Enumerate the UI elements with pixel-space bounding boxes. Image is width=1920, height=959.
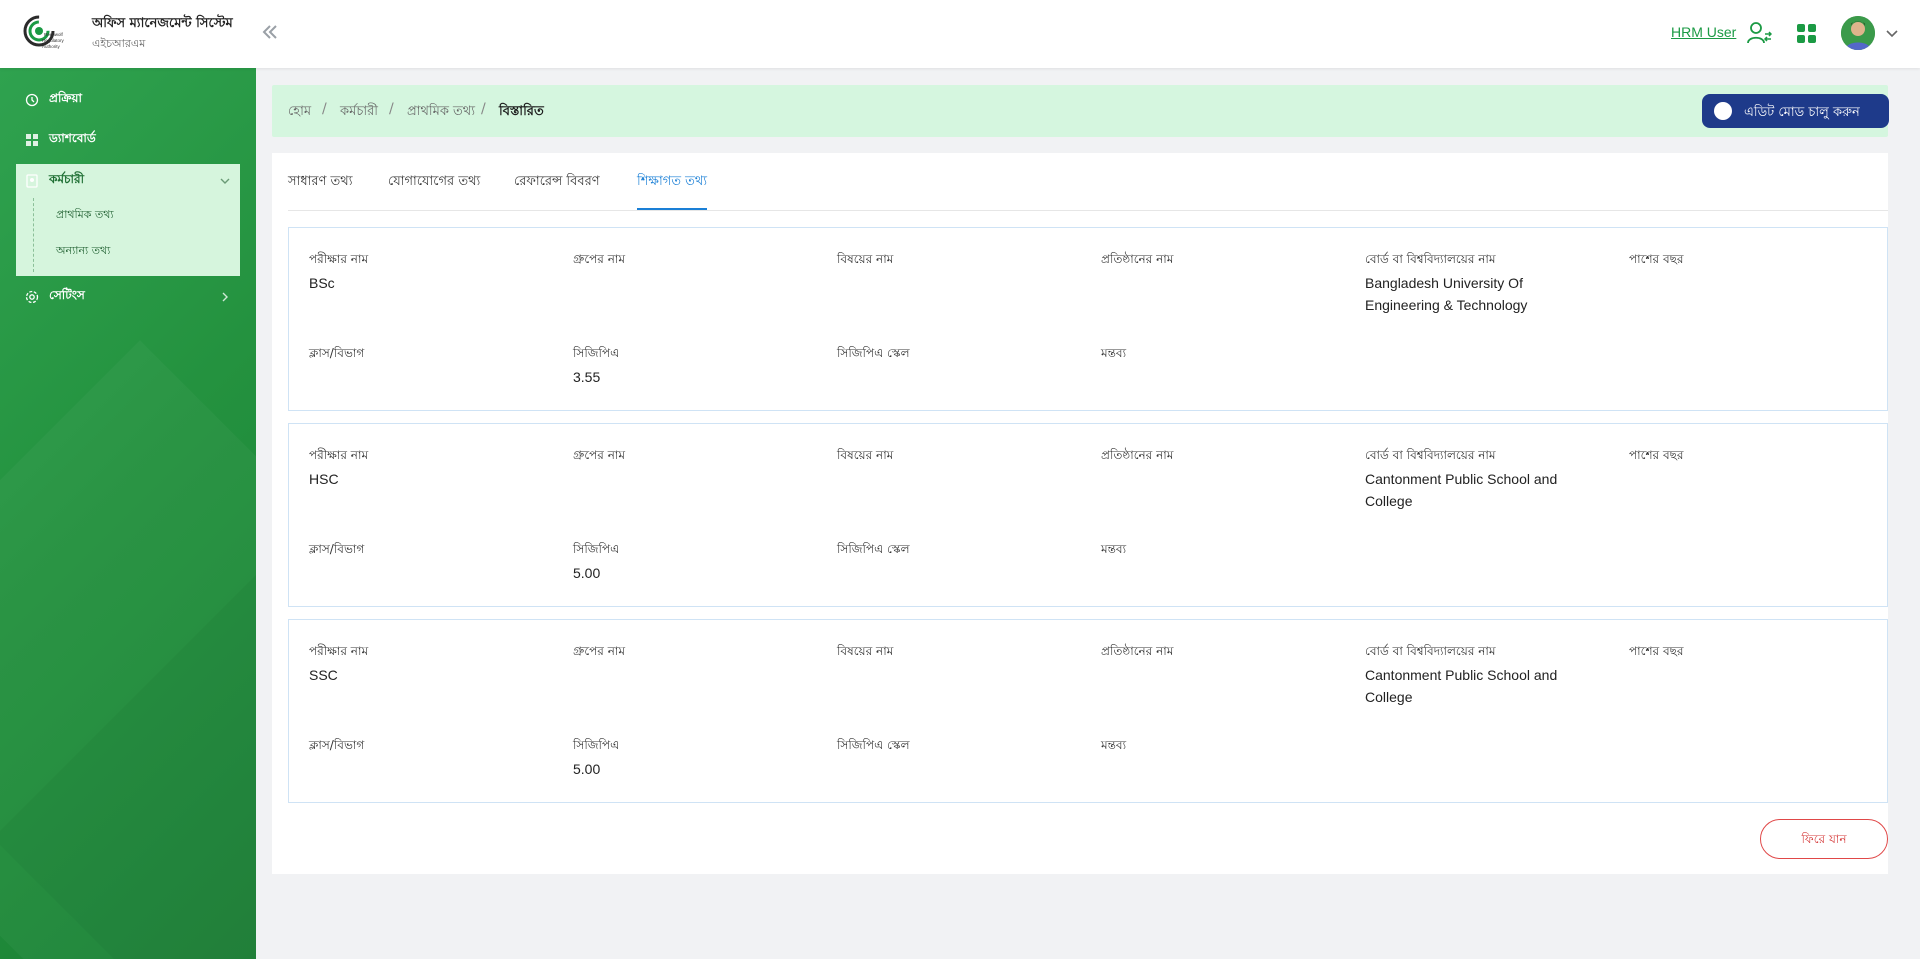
label-cgpa-scale: সিজিপিএ স্কেল: [837, 738, 910, 752]
logo-line: Regulatory: [42, 38, 65, 43]
sidebar-item-process[interactable]: প্রক্রিয়া: [16, 83, 240, 117]
value-board-university: Cantonment Public School and College: [1365, 471, 1558, 509]
logo: Reenwolf Regulatory Authority: [23, 15, 65, 49]
content-panel: সাধারণ তথ্য যোগাযোগের তথ্য রেফারেন্স বিব…: [272, 153, 1888, 874]
dashboard-icon: [26, 134, 38, 146]
sidebar-subitem-basic-info[interactable]: প্রাথমিক তথ্য: [56, 206, 114, 225]
breadcrumb-separator: /: [481, 101, 486, 117]
label-group-name: গ্রুপের নাম: [573, 252, 626, 266]
label-group-name: গ্রুপের নাম: [573, 448, 626, 462]
label-exam-name: পরীক্ষার নাম: [309, 448, 369, 462]
toggle-knob: [1714, 102, 1732, 120]
label-class-division: ক্লাস/বিভাগ: [309, 738, 365, 752]
label-subject-name: বিষয়ের নাম: [837, 644, 894, 658]
process-icon: [25, 93, 39, 107]
label-institution-name: প্রতিষ্ঠানের নাম: [1101, 448, 1174, 462]
label-board-university: বোর্ড বা বিশ্ববিদ্যালয়ের নাম: [1365, 448, 1496, 462]
label-board-university: বোর্ড বা বিশ্ববিদ্যালয়ের নাম: [1365, 252, 1496, 266]
sidebar-subitem-other-info[interactable]: অন্যান্য তথ্য: [56, 242, 110, 261]
sidebar-item-dashboard[interactable]: ড্যাশবোর্ড: [16, 123, 240, 157]
label-exam-name: পরীক্ষার নাম: [309, 252, 369, 266]
value-board-university: Cantonment Public School and College: [1365, 667, 1558, 705]
education-card: পরীক্ষার নাম SSC গ্রুপের নাম বিষয়ের নাম…: [288, 619, 1888, 803]
tab-contact-info[interactable]: যোগাযোগের তথ্য: [388, 172, 480, 208]
label-cgpa: সিজিপিএ: [573, 738, 620, 752]
breadcrumb-separator: /: [322, 101, 327, 117]
top-header: Reenwolf Regulatory Authority অফিস ম্যান…: [0, 0, 1920, 68]
label-passing-year: পাশের বছর: [1629, 252, 1684, 266]
breadcrumb-item-home[interactable]: হোম: [288, 102, 311, 123]
label-board-university: বোর্ড বা বিশ্ববিদ্যালয়ের নাম: [1365, 644, 1496, 658]
user-switch-icon[interactable]: [1746, 20, 1772, 46]
logo-line: Authority: [42, 44, 61, 49]
grid-apps-icon[interactable]: [1797, 24, 1817, 44]
label-institution-name: প্রতিষ্ঠানের নাম: [1101, 644, 1174, 658]
value-cgpa: 5.00: [573, 565, 601, 581]
label-institution-name: প্রতিষ্ঠানের নাম: [1101, 252, 1174, 266]
app-title: অফিস ম্যানেজমেন্ট সিস্টেম: [92, 16, 233, 31]
label-passing-year: পাশের বছর: [1629, 644, 1684, 658]
edit-mode-toggle-button[interactable]: এডিট মোড চালু করুন: [1702, 94, 1889, 128]
sidebar-item-label: কর্মচারী: [49, 172, 85, 186]
breadcrumb-item-basic-info[interactable]: প্রাথমিক তথ্য: [407, 102, 475, 123]
label-subject-name: বিষয়ের নাম: [837, 252, 894, 266]
app-subtitle: এইচআরএম: [92, 37, 146, 50]
sidebar-item-settings[interactable]: সেটিংস: [16, 280, 240, 314]
settings-icon: [25, 290, 39, 304]
label-class-division: ক্লাস/বিভাগ: [309, 346, 365, 360]
label-remarks: মন্তব্য: [1101, 346, 1127, 360]
value-exam-name: SSC: [309, 667, 338, 683]
sidebar-item-label: ড্যাশবোর্ড: [49, 131, 96, 145]
breadcrumb-item-details: বিস্তারিত: [499, 104, 544, 119]
breadcrumb: হোম / কর্মচারী / প্রাথমিক তথ্য / বিস্তার…: [272, 85, 1888, 137]
double-chevron-left-icon[interactable]: [258, 20, 282, 44]
logo-line: Reenwolf: [44, 32, 64, 37]
tab-general-info[interactable]: সাধারণ তথ্য: [288, 172, 353, 208]
label-exam-name: পরীক্ষার নাম: [309, 644, 369, 658]
label-cgpa: সিজিপিএ: [573, 346, 620, 360]
sidebar-item-employee[interactable]: কর্মচারী: [16, 164, 240, 198]
chevron-right-icon: [222, 292, 228, 302]
tab-reference-details[interactable]: রেফারেন্স বিবরণ: [514, 172, 600, 208]
back-button[interactable]: ফিরে যান: [1760, 819, 1888, 859]
chevron-down-icon[interactable]: [1885, 26, 1899, 40]
tab-educational-info[interactable]: শিক্ষাগত তথ্য: [637, 172, 708, 210]
value-board-university: Bangladesh University Of Engineering & T…: [1365, 275, 1528, 313]
edit-mode-label: এডিট মোড চালু করুন: [1744, 105, 1860, 120]
tab-bar: সাধারণ তথ্য যোগাযোগের তথ্য রেফারেন্স বিব…: [288, 153, 1888, 211]
label-class-division: ক্লাস/বিভাগ: [309, 542, 365, 556]
label-cgpa: সিজিপিএ: [573, 542, 620, 556]
value-exam-name: BSc: [309, 275, 335, 291]
value-cgpa: 3.55: [573, 369, 601, 385]
employee-icon: [26, 174, 38, 188]
value-cgpa: 5.00: [573, 761, 601, 777]
value-exam-name: HSC: [309, 471, 339, 487]
label-subject-name: বিষয়ের নাম: [837, 448, 894, 462]
label-group-name: গ্রুপের নাম: [573, 644, 626, 658]
label-remarks: মন্তব্য: [1101, 542, 1127, 556]
education-card: পরীক্ষার নাম HSC গ্রুপের নাম বিষয়ের নাম…: [288, 423, 1888, 607]
label-remarks: মন্তব্য: [1101, 738, 1127, 752]
user-name-link[interactable]: HRM User: [1671, 24, 1736, 40]
breadcrumb-separator: /: [389, 101, 394, 117]
chevron-down-icon[interactable]: [220, 176, 230, 186]
label-passing-year: পাশের বছর: [1629, 448, 1684, 462]
sidebar: প্রক্রিয়া ড্যাশবোর্ড কর্মচারী প্রাথমিক …: [0, 68, 256, 959]
breadcrumb-item-employee[interactable]: কর্মচারী: [340, 102, 378, 123]
sidebar-item-label: প্রক্রিয়া: [49, 91, 82, 105]
sidebar-item-label: সেটিংস: [49, 288, 85, 302]
label-cgpa-scale: সিজিপিএ স্কেল: [837, 542, 910, 556]
tree-line: [33, 198, 34, 272]
label-cgpa-scale: সিজিপিএ স্কেল: [837, 346, 910, 360]
education-card: পরীক্ষার নাম BSc গ্রুপের নাম বিষয়ের নাম…: [288, 227, 1888, 411]
back-button-label: ফিরে যান: [1801, 832, 1847, 846]
avatar[interactable]: [1841, 16, 1875, 50]
sidebar-group-employee: কর্মচারী প্রাথমিক তথ্য অন্যান্য তথ্য: [16, 164, 240, 276]
